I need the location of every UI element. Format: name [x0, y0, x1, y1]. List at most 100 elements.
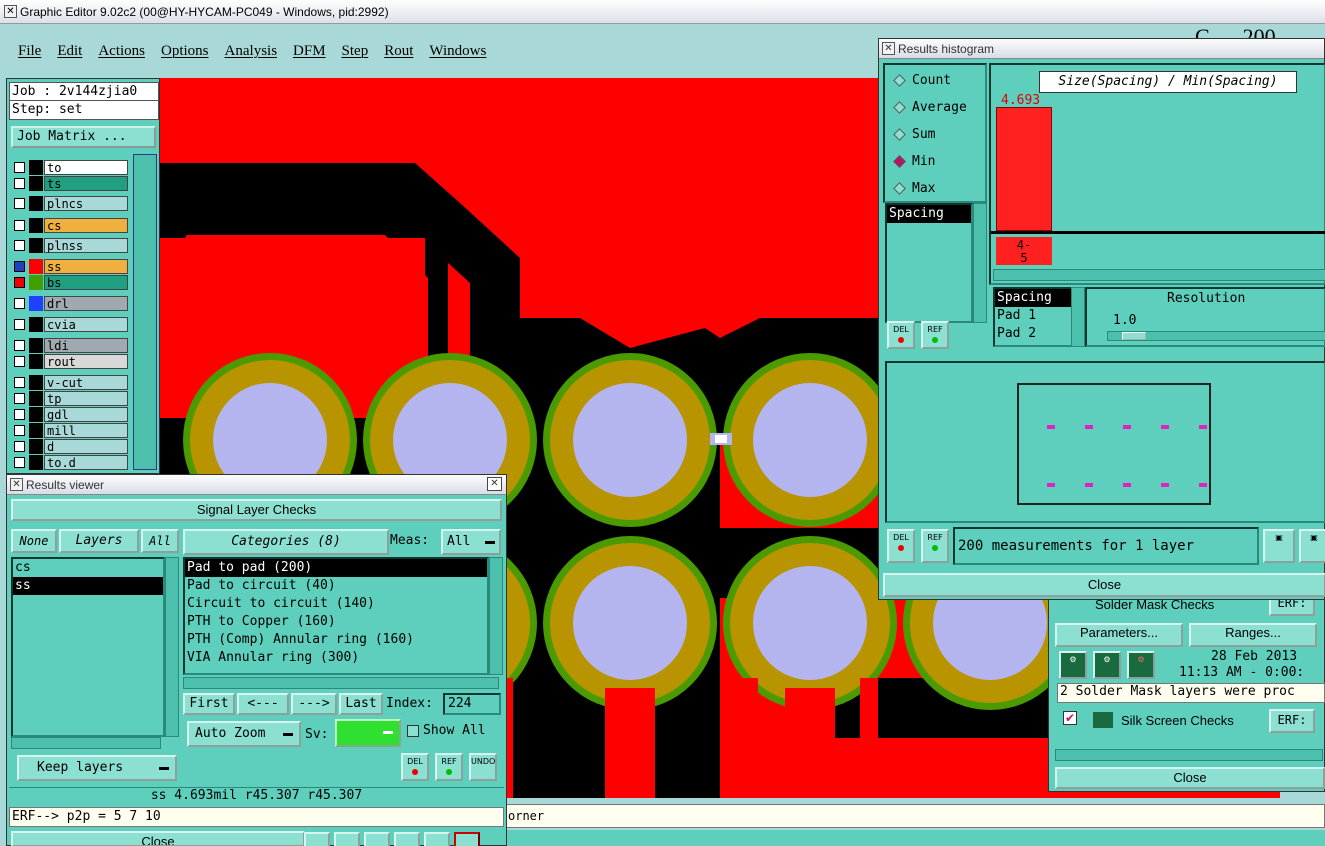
histogram-bar[interactable]: [996, 107, 1052, 231]
job-matrix-button[interactable]: Job Matrix ...: [11, 126, 156, 148]
viewer-close-button[interactable]: Close: [11, 831, 305, 846]
tool-icon-4[interactable]: [394, 832, 420, 846]
layer-row-to.d[interactable]: to.d: [11, 455, 128, 470]
menu-windows[interactable]: Windows: [429, 43, 486, 60]
field-list-item[interactable]: Pad 1: [995, 307, 1071, 325]
layer-checkbox[interactable]: [14, 198, 25, 209]
layer-checkbox[interactable]: [14, 298, 25, 309]
layer-list-scrollbar[interactable]: [133, 154, 157, 470]
categories-button[interactable]: Categories (8): [183, 529, 389, 555]
tool-icon-3[interactable]: [364, 832, 390, 846]
hist-ref-button[interactable]: REF: [921, 321, 949, 349]
auto-zoom-select[interactable]: Auto Zoom: [187, 721, 301, 747]
layer-color-swatch[interactable]: [29, 259, 43, 274]
layer-name[interactable]: cs: [44, 218, 128, 233]
next-button[interactable]: --->: [291, 693, 337, 715]
viewer-undo-button[interactable]: UNDO: [469, 753, 497, 781]
layer-checkbox[interactable]: [14, 240, 25, 251]
category-item[interactable]: PTH to Copper (160): [185, 613, 487, 631]
category-item[interactable]: VIA Annular ring (300): [185, 649, 487, 667]
layer-name[interactable]: gdl: [44, 407, 128, 422]
run-icon-3[interactable]: ⚙: [1127, 651, 1155, 679]
layer-checkbox[interactable]: [14, 356, 25, 367]
ranges-button[interactable]: Ranges...: [1189, 623, 1317, 647]
layer-name[interactable]: ts: [44, 176, 128, 191]
none-button[interactable]: None: [11, 529, 57, 553]
report-icon-2[interactable]: ▣: [1299, 529, 1325, 563]
viewer-layer-list[interactable]: cs ss: [11, 557, 165, 737]
layer-name[interactable]: plnss: [44, 238, 128, 253]
resolution-slider-thumb[interactable]: [1122, 332, 1146, 340]
layer-color-swatch[interactable]: [29, 238, 43, 253]
layer-color-swatch[interactable]: [29, 338, 43, 353]
run-icon-1[interactable]: ⚙: [1059, 651, 1087, 679]
show-all-checkbox[interactable]: [407, 725, 419, 737]
layer-checkbox[interactable]: [14, 457, 25, 468]
menu-actions[interactable]: Actions: [98, 43, 145, 60]
layer-name[interactable]: mill: [44, 423, 128, 438]
spacing-list-scroll[interactable]: [973, 203, 987, 323]
spacing-list[interactable]: Spacing: [885, 203, 973, 323]
mode-count[interactable]: Count: [893, 73, 951, 88]
layer-item-ss[interactable]: ss: [13, 577, 163, 595]
layer-row-ldi[interactable]: ldi: [11, 338, 128, 353]
layer-color-swatch[interactable]: [29, 439, 43, 454]
layer-color-swatch[interactable]: [29, 275, 43, 290]
menu-step[interactable]: Step: [342, 43, 369, 60]
signal-checks-header[interactable]: Signal Layer Checks: [11, 499, 502, 521]
field-list-scroll[interactable]: [1071, 287, 1085, 347]
layer-row-to[interactable]: to: [11, 160, 128, 175]
layer-name[interactable]: d: [44, 439, 128, 454]
menu-dfm[interactable]: DFM: [293, 43, 326, 60]
viewer-ref-button[interactable]: REF: [435, 753, 463, 781]
layer-checkbox[interactable]: [14, 277, 25, 288]
checks-hscroll[interactable]: [1055, 749, 1323, 761]
sv-color-select[interactable]: [335, 719, 401, 747]
layer-name[interactable]: v-cut: [44, 375, 128, 390]
category-item[interactable]: PTH (Comp) Annular ring (160): [185, 631, 487, 649]
first-button[interactable]: First: [183, 693, 235, 715]
layer-checkbox[interactable]: [14, 409, 25, 420]
layer-checkbox[interactable]: [14, 261, 25, 272]
layer-name[interactable]: ldi: [44, 338, 128, 353]
layer-checkbox[interactable]: [14, 393, 25, 404]
mode-max[interactable]: Max: [893, 181, 935, 196]
mode-min[interactable]: Min: [893, 154, 935, 169]
layer-row-bs[interactable]: bs: [11, 275, 128, 290]
prev-button[interactable]: <---: [237, 693, 289, 715]
mode-sum[interactable]: Sum: [893, 127, 935, 142]
meas-select[interactable]: All: [441, 529, 501, 555]
run-icon-2[interactable]: ⚙: [1093, 651, 1121, 679]
parameters-button[interactable]: Parameters...: [1055, 623, 1183, 647]
layer-name[interactable]: cvia: [44, 317, 128, 332]
histogram-tool-icon[interactable]: [454, 832, 480, 846]
category-hscroll[interactable]: [183, 677, 499, 689]
layer-name[interactable]: to.d: [44, 455, 128, 470]
layer-row-cvia[interactable]: cvia: [11, 317, 128, 332]
layer-color-swatch[interactable]: [29, 296, 43, 311]
mode-average[interactable]: Average: [893, 100, 967, 115]
layer-item-cs[interactable]: cs: [13, 559, 163, 577]
layer-list-hscroll[interactable]: [11, 737, 161, 749]
erf-button-2[interactable]: ERF:: [1269, 709, 1315, 733]
layer-name[interactable]: rout: [44, 354, 128, 369]
layer-row-rout[interactable]: rout: [11, 354, 128, 369]
hist-del-button-2[interactable]: DEL: [887, 529, 915, 563]
layer-color-swatch[interactable]: [29, 375, 43, 390]
layer-row-ss[interactable]: ss: [11, 259, 128, 274]
hist-ref-button-2[interactable]: REF: [921, 529, 949, 563]
layer-row-plnss[interactable]: plnss: [11, 238, 128, 253]
layer-name[interactable]: tp: [44, 391, 128, 406]
layer-color-swatch[interactable]: [29, 391, 43, 406]
last-button[interactable]: Last: [339, 693, 383, 715]
chart-hscroll[interactable]: [993, 269, 1325, 281]
layer-name[interactable]: ss: [44, 259, 128, 274]
category-item[interactable]: Circuit to circuit (140): [185, 595, 487, 613]
layer-checkbox[interactable]: [14, 162, 25, 173]
layer-checkbox[interactable]: [14, 319, 25, 330]
spacing-list-item[interactable]: Spacing: [887, 205, 971, 223]
menu-file[interactable]: File: [18, 43, 41, 60]
tool-icon-5[interactable]: [424, 832, 450, 846]
layer-checkbox[interactable]: [14, 340, 25, 351]
layer-name[interactable]: bs: [44, 275, 128, 290]
